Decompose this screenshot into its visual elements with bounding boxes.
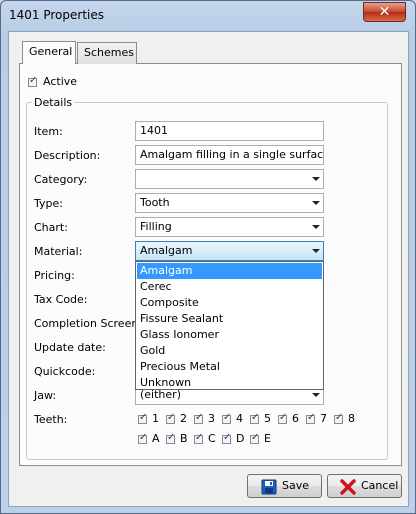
- type-select[interactable]: Tooth: [135, 193, 324, 213]
- active-label: Active: [43, 75, 78, 88]
- chevron-down-icon: [312, 177, 320, 181]
- description-field[interactable]: Amalgam filling in a single surface: [135, 145, 324, 165]
- quickcode-label: Quickcode:: [34, 365, 96, 378]
- chart-label: Chart:: [34, 221, 68, 234]
- close-icon: ✕: [378, 4, 391, 20]
- material-option[interactable]: Amalgam: [137, 263, 322, 279]
- cancel-button[interactable]: Cancel: [327, 474, 402, 498]
- chevron-down-icon: [312, 249, 320, 253]
- chevron-down-icon: [312, 225, 320, 229]
- material-option[interactable]: Glass Ionomer: [137, 327, 322, 343]
- chevron-down-icon: [312, 201, 320, 205]
- cancel-label: Cancel: [361, 479, 399, 492]
- properties-window: 1401 Properties ✕ Schemes General Active…: [0, 0, 416, 514]
- material-value: Amalgam: [140, 244, 193, 257]
- category-select[interactable]: [135, 169, 324, 189]
- tab-schemes[interactable]: Schemes: [77, 42, 137, 64]
- close-button[interactable]: ✕: [363, 2, 406, 22]
- active-checkbox[interactable]: [28, 75, 37, 87]
- dialog-body: Schemes General Active Details Item: 140…: [8, 31, 409, 507]
- material-option[interactable]: Unknown: [137, 375, 322, 391]
- material-option[interactable]: Cerec: [137, 279, 322, 295]
- description-label: Description:: [34, 149, 101, 162]
- material-option[interactable]: Composite: [137, 295, 322, 311]
- window-title: 1401 Properties: [9, 8, 104, 22]
- details-group-label: Details: [32, 96, 75, 109]
- material-select[interactable]: Amalgam: [135, 241, 324, 261]
- material-option[interactable]: Fissure Sealant: [137, 311, 322, 327]
- save-label: Save: [282, 479, 310, 492]
- item-field[interactable]: 1401: [135, 121, 324, 141]
- chart-select[interactable]: Filling: [135, 217, 324, 237]
- update-date-label: Update date:: [34, 341, 106, 354]
- pricing-label: Pricing:: [34, 269, 75, 282]
- type-value: Tooth: [140, 196, 170, 209]
- save-button[interactable]: Save: [247, 474, 322, 498]
- material-label: Material:: [34, 245, 83, 258]
- material-dropdown-list: Amalgam Cerec Composite Fissure Sealant …: [135, 261, 324, 390]
- teeth-label: Teeth:: [34, 413, 68, 426]
- material-option[interactable]: Gold: [137, 343, 322, 359]
- chevron-down-icon: [312, 393, 320, 397]
- category-label: Category:: [34, 173, 88, 186]
- title-bar[interactable]: 1401 Properties ✕: [1, 1, 415, 31]
- floppy-disk-icon: [261, 479, 277, 495]
- chart-value: Filling: [140, 220, 172, 233]
- tax-code-label: Tax Code:: [34, 293, 88, 306]
- jaw-label: Jaw:: [34, 389, 57, 402]
- item-label: Item:: [34, 125, 63, 138]
- type-label: Type:: [34, 197, 63, 210]
- red-x-icon: [340, 479, 356, 495]
- material-option[interactable]: Precious Metal: [137, 359, 322, 375]
- completion-screen-label: Completion Screen:: [34, 317, 143, 330]
- tab-general[interactable]: General: [22, 41, 76, 64]
